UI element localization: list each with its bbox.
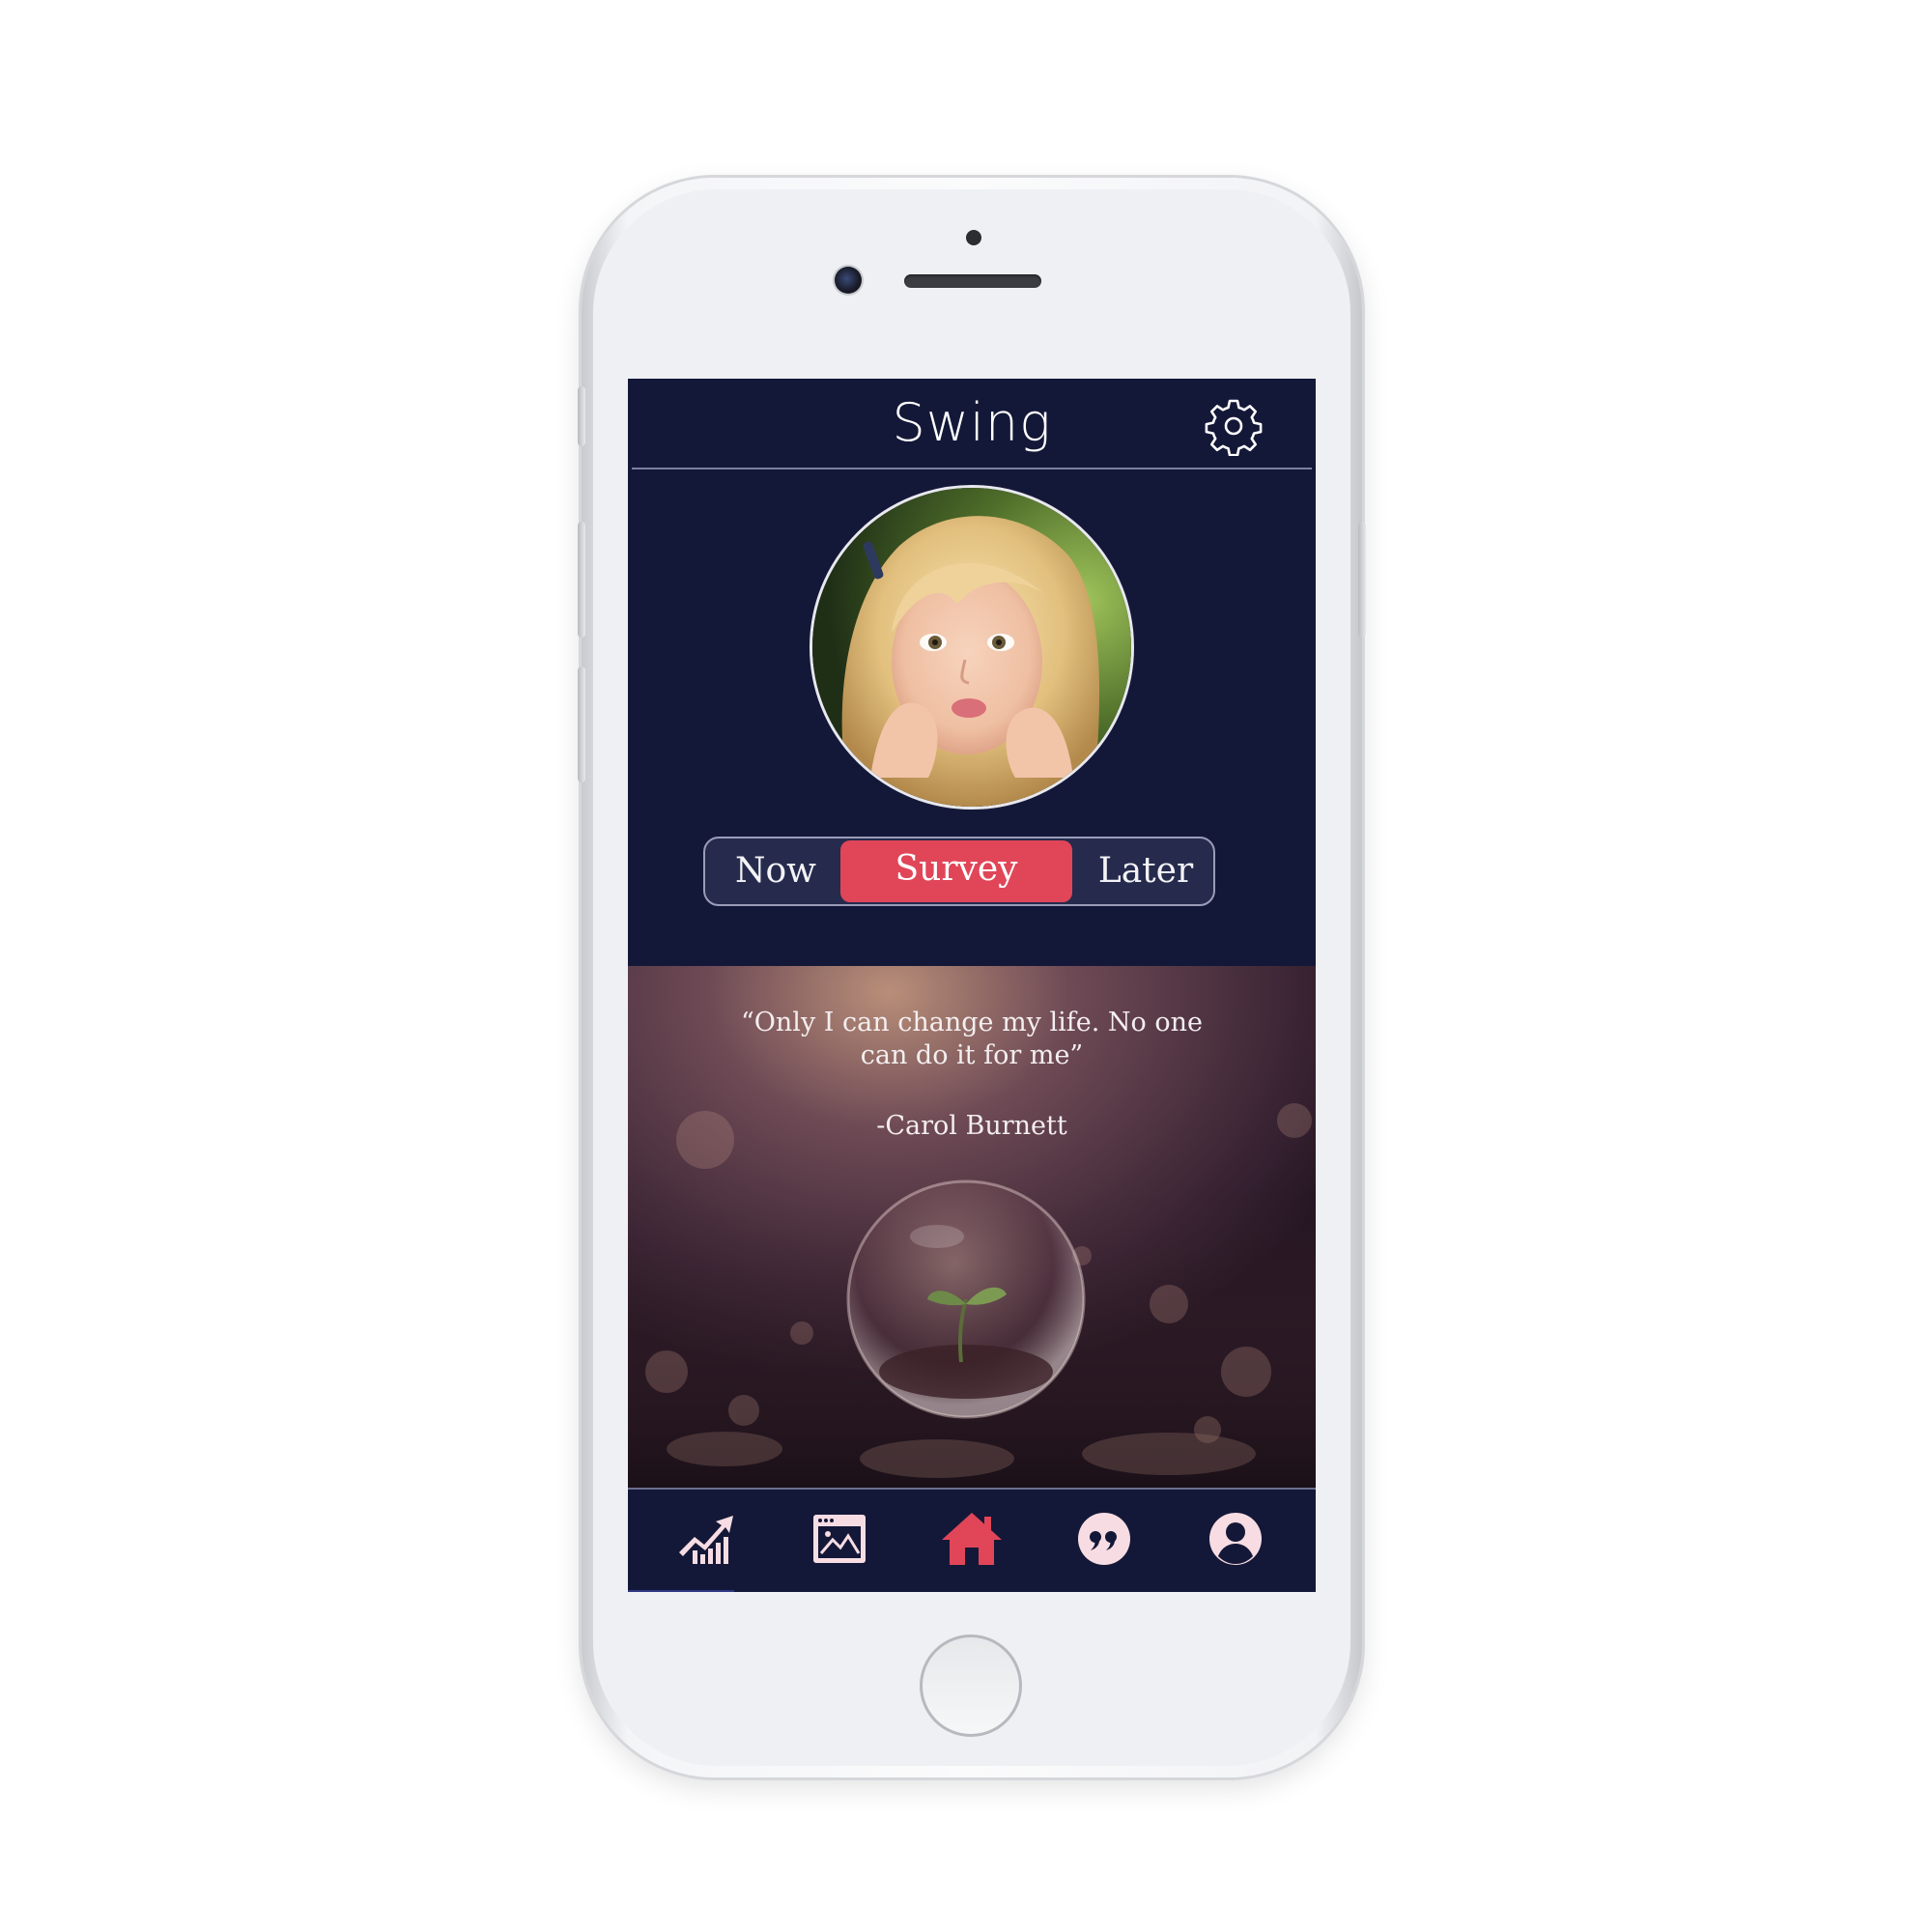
gallery-icon	[813, 1515, 866, 1563]
profile-icon	[1209, 1513, 1262, 1565]
quote-text: “Only I can change my life. No one can d…	[740, 1008, 1203, 1070]
segment-later[interactable]: Later	[1082, 838, 1209, 904]
proximity-sensor	[966, 230, 981, 245]
volume-down-button	[578, 667, 585, 782]
quote-panel: “Only I can change my life. No one can d…	[628, 966, 1316, 1488]
quote-icon	[1078, 1513, 1130, 1565]
earpiece-speaker	[904, 274, 1041, 288]
bottom-tab-bar	[628, 1490, 1316, 1592]
header-divider	[632, 468, 1312, 469]
tab-stats[interactable]	[672, 1509, 740, 1569]
power-button	[1358, 522, 1366, 638]
front-camera	[835, 267, 862, 294]
tab-home[interactable]	[938, 1509, 1006, 1569]
mute-switch	[578, 386, 585, 446]
home-button[interactable]	[920, 1634, 1022, 1737]
gear-icon	[1205, 399, 1263, 457]
quote-author: -Carol Burnett	[876, 1111, 1067, 1141]
tab-gallery[interactable]	[806, 1509, 873, 1569]
segment-now[interactable]: Now	[713, 838, 838, 904]
tab-indicator	[628, 1590, 734, 1592]
volume-up-button	[578, 522, 585, 638]
mode-segmented-control: Now Survey Later	[703, 837, 1215, 906]
settings-button[interactable]	[1204, 396, 1264, 457]
chart-growth-icon	[679, 1516, 733, 1564]
app-screen: Swing Now Survey Later “Only I can chang…	[628, 379, 1316, 1592]
tab-quotes[interactable]	[1070, 1509, 1138, 1569]
home-icon	[942, 1513, 1002, 1565]
app-header: Swing	[628, 379, 1316, 468]
avatar-photo	[812, 488, 1131, 807]
segment-survey[interactable]: Survey	[840, 840, 1072, 902]
avatar[interactable]	[810, 485, 1134, 810]
tab-profile[interactable]	[1202, 1509, 1269, 1569]
